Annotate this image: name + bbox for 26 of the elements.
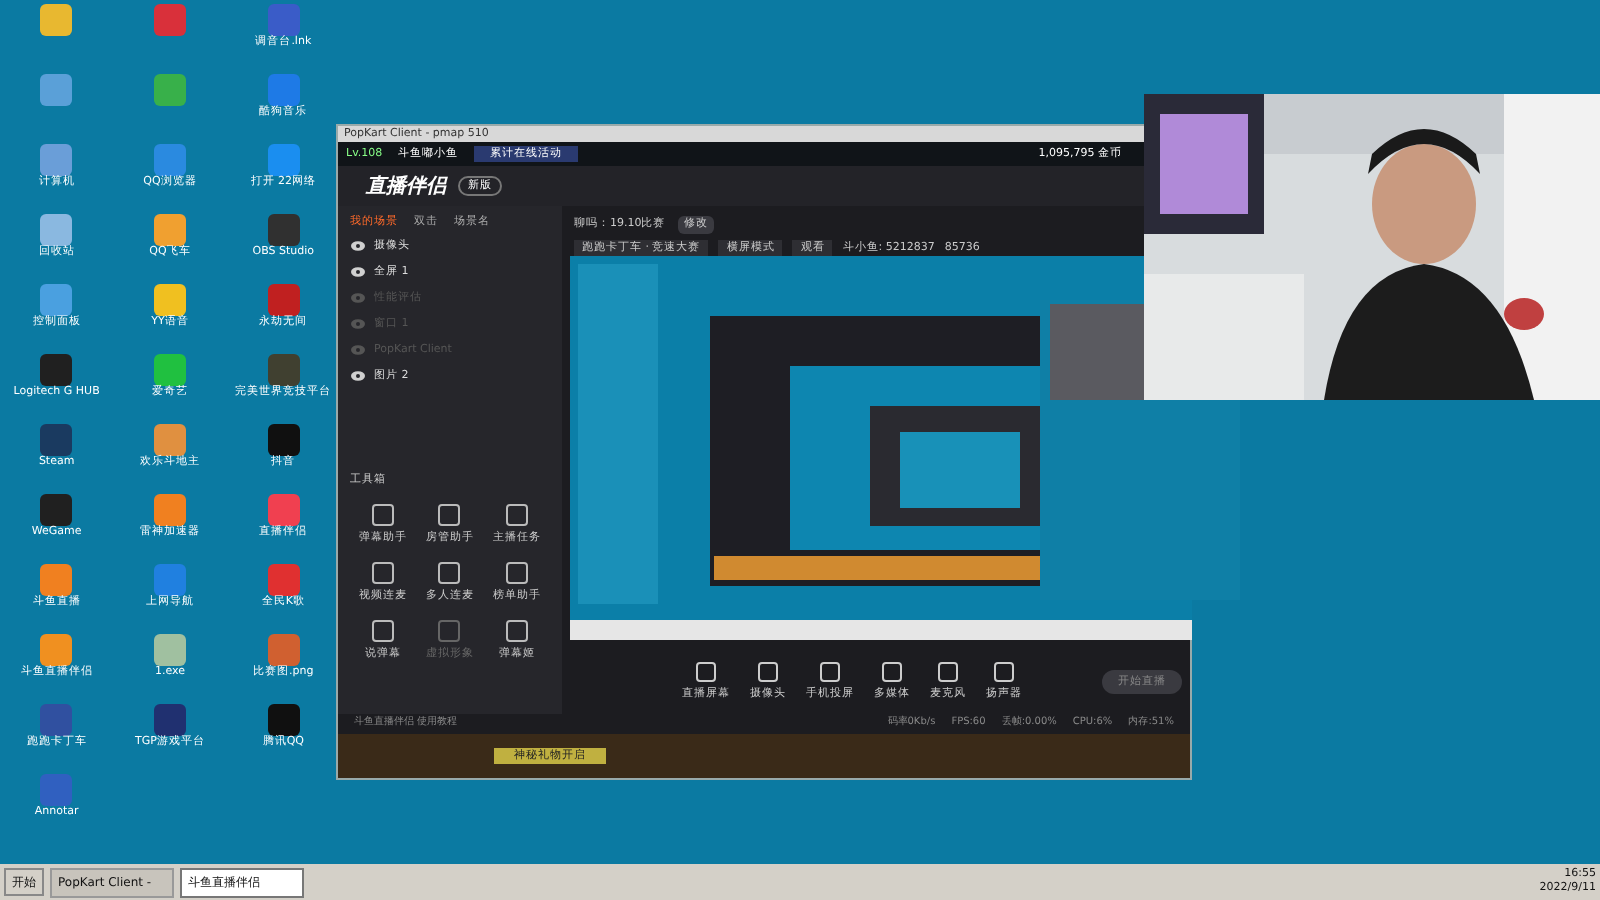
eye-icon[interactable] <box>350 370 366 383</box>
app-icon[interactable] <box>40 494 73 526</box>
app-icon[interactable] <box>153 74 186 106</box>
app-icon[interactable] <box>267 424 300 456</box>
app-icon[interactable] <box>40 214 73 246</box>
app-icon[interactable] <box>40 354 73 386</box>
eye-icon[interactable] <box>350 266 366 279</box>
app-icon[interactable] <box>40 634 73 666</box>
app-icon[interactable] <box>153 704 186 736</box>
app-icon[interactable] <box>153 494 186 526</box>
app-icon[interactable] <box>40 284 73 316</box>
app-icon[interactable] <box>267 704 300 736</box>
app-logo: 直播伴侣 <box>366 173 446 201</box>
eye-icon[interactable] <box>350 240 366 253</box>
app-icon[interactable] <box>40 74 73 106</box>
app-icon[interactable] <box>153 354 186 386</box>
app-icon[interactable] <box>40 144 73 176</box>
app-icon[interactable] <box>40 564 73 596</box>
app-icon[interactable] <box>267 354 300 386</box>
app-icon[interactable] <box>40 424 73 456</box>
app-icon[interactable] <box>267 214 300 246</box>
app-icon[interactable] <box>40 4 73 36</box>
app-icon[interactable] <box>153 284 186 316</box>
app-icon[interactable] <box>153 214 186 246</box>
app-icon[interactable] <box>153 634 186 666</box>
app-icon[interactable] <box>153 424 186 456</box>
